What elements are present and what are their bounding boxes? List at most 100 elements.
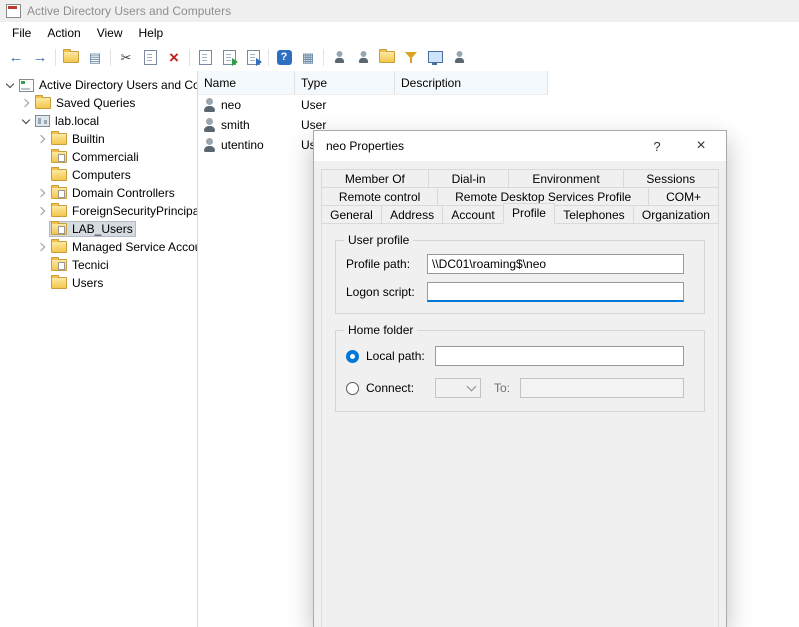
menu-view[interactable]: View (89, 23, 131, 43)
toolbar-refresh-button[interactable] (217, 46, 241, 69)
drive-letter-dropdown[interactable] (435, 378, 481, 398)
tree-item-lab-local[interactable]: lab.local (0, 112, 197, 130)
row-name: smith (221, 118, 250, 132)
tree-item-root[interactable]: Active Directory Users and Com (0, 76, 197, 94)
folder-icon (35, 97, 51, 109)
menu-file[interactable]: File (4, 23, 39, 43)
dialog-help-button[interactable]: ? (642, 131, 672, 161)
toolbar-find-button[interactable] (447, 46, 471, 69)
toolbar-new-user-button[interactable] (327, 46, 351, 69)
toolbar-back-button[interactable]: ← (4, 46, 28, 69)
chevron-down-icon[interactable] (18, 114, 33, 129)
tree-item-label: Commerciali (72, 150, 139, 164)
tab-environment[interactable]: Environment (508, 169, 623, 188)
toolbar-forward-button[interactable]: → (28, 46, 52, 69)
tab-profile[interactable]: Profile (503, 203, 555, 224)
ou-folder-icon (51, 223, 67, 235)
window-list-icon: ▦ (302, 51, 314, 64)
tree-item-users[interactable]: Users (0, 274, 197, 292)
menu-action[interactable]: Action (39, 23, 88, 43)
toolbar-export-button[interactable] (241, 46, 265, 69)
column-header-description[interactable]: Description (395, 71, 548, 95)
dialog-titlebar[interactable]: neo Properties ? × (314, 131, 726, 161)
connect-to-input[interactable] (520, 378, 684, 398)
tab-address[interactable]: Address (381, 205, 443, 224)
tree-item-saved-queries[interactable]: Saved Queries (0, 94, 197, 112)
tree-item-computers[interactable]: Computers (0, 166, 197, 184)
chevron-right-icon[interactable] (18, 96, 33, 111)
tree-item-label: Saved Queries (56, 96, 135, 110)
forward-icon: → (33, 50, 48, 65)
chevron-right-icon[interactable] (34, 132, 49, 147)
local-path-radio[interactable] (346, 350, 359, 363)
tab-account[interactable]: Account (442, 205, 504, 224)
tab-telephones[interactable]: Telephones (554, 205, 634, 224)
connect-row: Connect: To: (346, 377, 704, 399)
chevron-placeholder (34, 168, 49, 183)
directory-root-icon (19, 79, 34, 92)
toolbar-export-list-button[interactable]: ▤ (83, 46, 107, 69)
tab-general[interactable]: General (321, 205, 382, 224)
tree-item-label: Builtin (72, 132, 105, 146)
tree-item-lab-users[interactable]: LAB_Users (0, 220, 197, 238)
monitor-icon (428, 51, 443, 63)
properties-doc-icon (199, 50, 212, 65)
tab-sessions[interactable]: Sessions (623, 169, 719, 188)
local-path-input[interactable] (435, 346, 684, 366)
tree-item-label: Computers (72, 168, 131, 182)
group-label: Home folder (344, 323, 417, 338)
folder-icon (51, 169, 67, 181)
tab-dial-in[interactable]: Dial-in (428, 169, 510, 188)
tab-com-plus[interactable]: COM+ (648, 187, 719, 206)
connect-radio[interactable] (346, 382, 359, 395)
chevron-placeholder (34, 258, 49, 273)
tree-item-managed-service-accounts[interactable]: Managed Service Accou (0, 238, 197, 256)
tree-item-foreignsecurityprincipals[interactable]: ForeignSecurityPrincipals (0, 202, 197, 220)
tab-row-1: Member Of Dial-in Environment Sessions (321, 169, 719, 188)
new-group-icon (357, 51, 368, 63)
toolbar-show-hide-console-tree-button[interactable] (59, 46, 83, 69)
tree-item-label: Managed Service Accou (72, 240, 198, 254)
find-user-icon (453, 51, 464, 63)
toolbar-remote-control-button[interactable] (423, 46, 447, 69)
profile-path-input[interactable] (427, 254, 684, 274)
toolbar-delete-button[interactable]: × (162, 46, 186, 69)
toolbar-new-group-button[interactable] (351, 46, 375, 69)
tree-item-domain-controllers[interactable]: Domain Controllers (0, 184, 197, 202)
tree-item-label: Tecnici (72, 258, 109, 272)
tab-organization[interactable]: Organization (633, 205, 719, 224)
list-row-neo[interactable]: neo User (198, 95, 799, 115)
tab-remote-control[interactable]: Remote control (321, 187, 438, 206)
tree-item-tecnici[interactable]: Tecnici (0, 256, 197, 274)
toolbar-set-filter-button[interactable] (399, 46, 423, 69)
toolbar-add-to-group-button[interactable] (375, 46, 399, 69)
chevron-down-icon[interactable] (2, 78, 17, 93)
toolbar-properties-button[interactable] (193, 46, 217, 69)
column-header-name[interactable]: Name (198, 71, 295, 95)
chevron-right-icon[interactable] (34, 204, 49, 219)
logon-script-input[interactable] (427, 282, 684, 302)
tree-item-label: ForeignSecurityPrincipals (72, 204, 198, 218)
tree-item-label: Domain Controllers (72, 186, 175, 200)
toolbar-copy-button[interactable] (138, 46, 162, 69)
menu-bar: File Action View Help (0, 22, 799, 43)
tree-item-builtin[interactable]: Builtin (0, 130, 197, 148)
tree-item-commerciali[interactable]: Commerciali (0, 148, 197, 166)
tab-row-3: General Address Account Profile Telephon… (321, 205, 719, 224)
user-icon (203, 138, 216, 152)
tab-member-of[interactable]: Member Of (321, 169, 429, 188)
toolbar-window-list-button[interactable]: ▦ (296, 46, 320, 69)
toolbar-cut-button[interactable]: ✂ (114, 46, 138, 69)
chevron-right-icon[interactable] (34, 186, 49, 201)
profile-path-label: Profile path: (346, 257, 427, 271)
delete-x-icon: × (169, 49, 179, 66)
back-icon: ← (9, 50, 24, 65)
toolbar-help-button[interactable]: ? (272, 46, 296, 69)
toolbar-separator (323, 49, 324, 66)
chevron-right-icon[interactable] (34, 240, 49, 255)
user-icon (203, 118, 216, 132)
dialog-close-button[interactable]: × (686, 131, 716, 161)
column-header-type[interactable]: Type (295, 71, 395, 95)
menu-help[interactable]: Help (131, 23, 172, 43)
window-titlebar[interactable]: Active Directory Users and Computers (0, 0, 799, 22)
